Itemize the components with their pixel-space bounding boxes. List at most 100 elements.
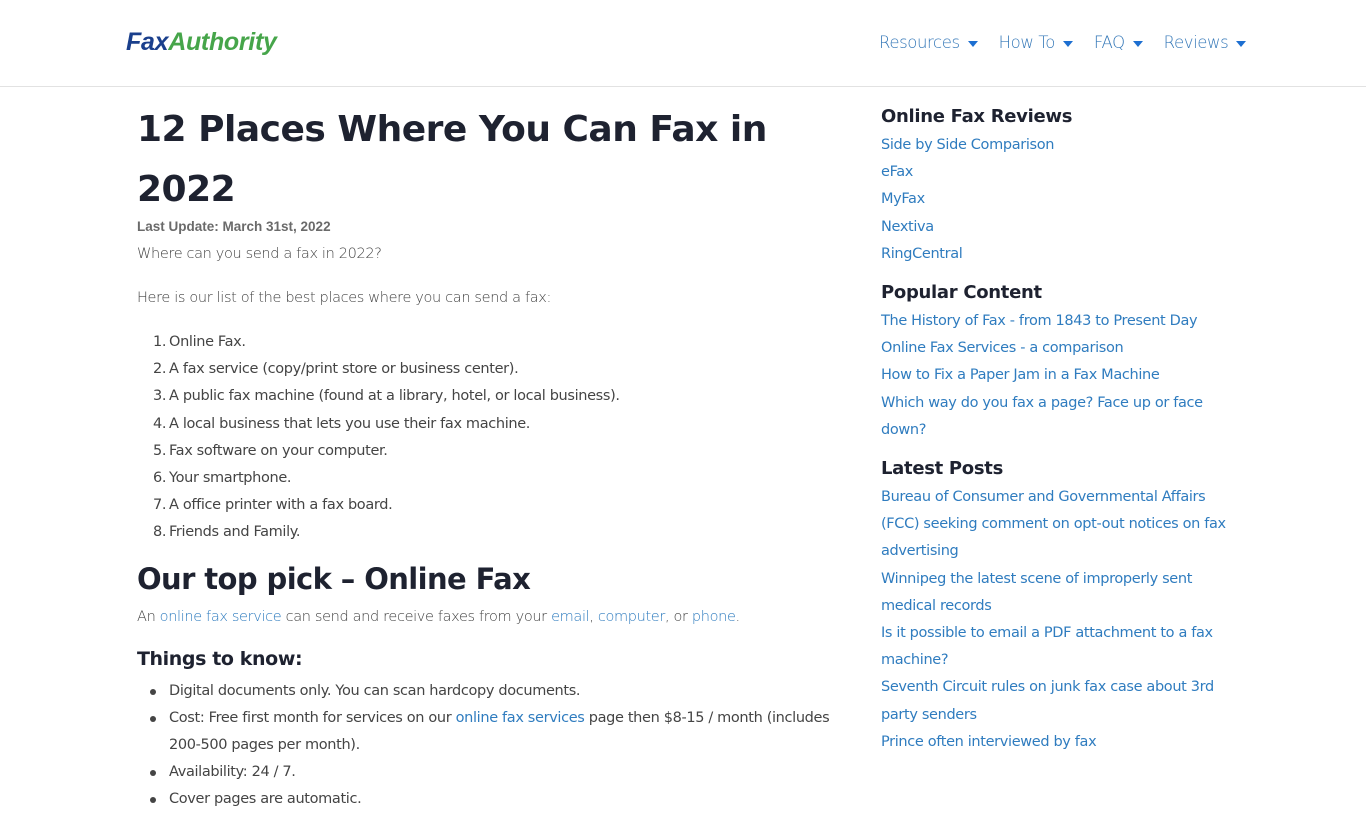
sidebar-link[interactable]: Online Fax Services - a comparison xyxy=(881,340,1124,356)
list-item: 7. A office printer with a fax board. xyxy=(137,492,847,519)
sidebar-item: The History of Fax - from 1843 to Presen… xyxy=(881,308,1226,335)
sidebar-item: RingCentral xyxy=(881,241,1226,268)
places-list: 1. Online Fax. 2. A fax service (copy/prin… xyxy=(137,329,847,547)
last-update: Last Update: March 31st, 2022 xyxy=(137,219,331,234)
sidebar-link[interactable]: RingCentral xyxy=(881,246,963,262)
email-link[interactable]: email xyxy=(551,609,590,625)
sidebar-heading-reviews: Online Fax Reviews xyxy=(881,106,1073,127)
list-text: Digital documents only. You can scan har… xyxy=(169,682,581,699)
list-intro-paragraph: Here is our list of the best places wher… xyxy=(137,290,551,306)
list-item: Digital documents only. You can scan har… xyxy=(137,678,847,705)
list-text: Cost: Free first month for services on o… xyxy=(169,709,456,726)
list-item: 8. Friends and Family. xyxy=(137,519,847,546)
list-number: 4. xyxy=(153,415,167,432)
sidebar-link[interactable]: Winnipeg the latest scene of improperly … xyxy=(881,571,1192,614)
nav-how-to[interactable]: How To xyxy=(999,31,1073,55)
list-item: 6. Your smartphone. xyxy=(137,465,847,492)
top-pick-paragraph: An online fax service can send and recei… xyxy=(137,604,847,631)
sidebar-item: Is it possible to email a PDF attachment… xyxy=(881,620,1226,674)
popular-links: The History of Fax - from 1843 to Presen… xyxy=(881,308,1226,444)
text: can send and receive faxes from your xyxy=(281,608,552,625)
list-item: 4. A local business that lets you use the… xyxy=(137,411,847,438)
online-fax-services-link[interactable]: online fax services xyxy=(456,710,585,726)
list-text: A local business that lets you use their… xyxy=(169,415,531,432)
sidebar-link[interactable]: Is it possible to email a PDF attachment… xyxy=(881,625,1213,668)
sidebar-link[interactable]: How to Fix a Paper Jam in a Fax Machine xyxy=(881,367,1160,383)
sidebar-link[interactable]: Which way do you fax a page? Face up or … xyxy=(881,395,1203,438)
sidebar-item: Winnipeg the latest scene of improperly … xyxy=(881,566,1226,620)
sidebar-item: Bureau of Consumer and Governmental Affa… xyxy=(881,484,1226,566)
text: . xyxy=(735,608,741,625)
bullet-icon xyxy=(150,770,156,777)
site-header: FaxAuthority Resources How To FAQ Review… xyxy=(0,0,1366,87)
caret-down-icon xyxy=(1132,41,1143,47)
nav-resources[interactable]: Resources xyxy=(879,31,978,55)
sidebar-item: How to Fix a Paper Jam in a Fax Machine xyxy=(881,362,1226,389)
sidebar-item: Which way do you fax a page? Face up or … xyxy=(881,390,1226,444)
nav-label: Resources xyxy=(879,33,960,52)
list-text: Your smartphone. xyxy=(169,470,292,487)
logo-fax: Fax xyxy=(126,28,169,56)
nav-reviews[interactable]: Reviews xyxy=(1164,31,1247,55)
list-number: 7. xyxy=(153,497,167,514)
caret-down-icon xyxy=(1236,41,1247,47)
caret-down-icon xyxy=(967,41,978,47)
list-item: Cost: Free first month for services on o… xyxy=(137,705,847,759)
sidebar-link[interactable]: Nextiva xyxy=(881,219,934,235)
list-text: A office printer with a fax board. xyxy=(169,497,393,514)
phone-link[interactable]: phone xyxy=(692,609,736,625)
sidebar-link[interactable]: Bureau of Consumer and Governmental Affa… xyxy=(881,489,1226,559)
sidebar-item: Prince often interviewed by fax xyxy=(881,729,1226,756)
caret-down-icon xyxy=(1062,41,1073,47)
list-number: 1. xyxy=(153,334,167,350)
sidebar-item: Seventh Circuit rules on junk fax case a… xyxy=(881,674,1226,728)
list-number: 3. xyxy=(153,388,167,405)
sidebar-heading-latest: Latest Posts xyxy=(881,458,1004,480)
list-item: 1. Online Fax. xyxy=(137,329,847,356)
sidebar-item: Side by Side Comparison xyxy=(881,132,1226,159)
sidebar: Online Fax Reviews Side by Side Comparis… xyxy=(881,104,1226,768)
sidebar-item: MyFax xyxy=(881,186,1226,213)
sidebar-link[interactable]: The History of Fax - from 1843 to Presen… xyxy=(881,313,1198,329)
list-number: 2. xyxy=(153,361,167,378)
list-text: Fax software on your computer. xyxy=(169,442,388,459)
intro-paragraph: Where can you send a fax in 2022? xyxy=(137,246,382,262)
bullet-icon xyxy=(150,797,156,804)
list-item: Availability: 24 / 7. xyxy=(137,759,847,786)
top-pick-heading: Our top pick – Online Fax xyxy=(137,561,531,596)
list-number: 5. xyxy=(153,442,167,459)
things-to-know-heading: Things to know: xyxy=(137,647,303,670)
list-item: 3. A public fax machine (found at a libra… xyxy=(137,383,847,410)
list-text: A public fax machine (found at a library… xyxy=(169,388,620,405)
online-fax-service-link[interactable]: online fax service xyxy=(160,609,282,625)
sidebar-link[interactable]: Prince often interviewed by fax xyxy=(881,734,1097,750)
sidebar-link[interactable]: Seventh Circuit rules on junk fax case a… xyxy=(881,679,1214,722)
list-number: 6. xyxy=(153,470,167,487)
nav-label: How To xyxy=(998,33,1056,52)
main-nav: Resources How To FAQ Reviews xyxy=(879,31,1267,55)
sidebar-link[interactable]: Side by Side Comparison xyxy=(881,137,1054,153)
latest-links: Bureau of Consumer and Governmental Affa… xyxy=(881,484,1226,756)
nav-label: FAQ xyxy=(1093,33,1125,52)
list-text: Friends and Family. xyxy=(169,524,301,541)
text: , or xyxy=(664,608,692,625)
list-item: 5. Fax software on your computer. xyxy=(137,438,847,465)
list-item: Cover pages are automatic. xyxy=(137,786,847,813)
logo-authority: Authority xyxy=(168,28,277,56)
sidebar-item: Nextiva xyxy=(881,214,1226,241)
sidebar-link[interactable]: MyFax xyxy=(881,191,925,207)
text: An xyxy=(137,608,160,625)
list-item: 2. A fax service (copy/print store or bus… xyxy=(137,356,847,383)
nav-faq[interactable]: FAQ xyxy=(1094,31,1143,55)
sidebar-item: Online Fax Services - a comparison xyxy=(881,335,1226,362)
list-text: A fax service (copy/print store or busin… xyxy=(169,361,519,378)
sidebar-heading-popular: Popular Content xyxy=(881,282,1042,304)
site-logo[interactable]: FaxAuthority xyxy=(126,27,277,57)
sidebar-link[interactable]: eFax xyxy=(881,164,913,180)
list-text: Availability: 24 / 7. xyxy=(169,764,296,781)
computer-link[interactable]: computer xyxy=(598,609,665,625)
nav-label: Reviews xyxy=(1163,33,1229,52)
page-title: 12 Places Where You Can Fax in 2022 xyxy=(137,109,767,210)
bullet-icon xyxy=(150,715,156,722)
sidebar-item: eFax xyxy=(881,159,1226,186)
